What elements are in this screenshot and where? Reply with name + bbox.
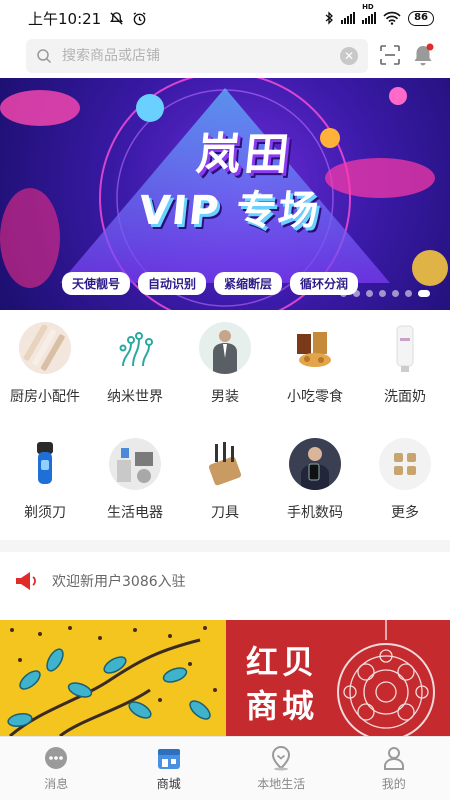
tab-label: 我的 (381, 777, 406, 791)
carousel-indicator (340, 290, 430, 297)
tab-local-life[interactable]: 本地生活 (225, 737, 338, 800)
notice-bar[interactable]: 欢迎新用户3086入驻 (0, 558, 450, 604)
cleanser-icon (379, 322, 431, 374)
message-icon (45, 747, 68, 769)
tab-profile[interactable]: 我的 (338, 737, 450, 800)
search-icon (37, 49, 52, 64)
category-label: 小吃零食 (287, 389, 343, 405)
category-item[interactable]: 男装 (180, 322, 270, 406)
category-label: 生活电器 (107, 505, 163, 521)
category-item[interactable]: 更多 (360, 438, 450, 522)
category-item[interactable]: 生活电器 (90, 438, 180, 522)
status-bar: 上午10:21 HD 86 (0, 0, 450, 36)
snacks-icon (289, 322, 341, 374)
promo-title-line2: 商城 (246, 687, 319, 725)
wifi-icon (383, 11, 401, 25)
bottom-tab-bar: 消息 商城 本地生活 我的 (0, 736, 450, 800)
category-item[interactable]: 剃须刀 (0, 438, 90, 522)
status-left: 上午10:21 (28, 8, 147, 29)
promo-banner[interactable]: 岚田 VIP 专场 天使靓号 自动识别 紧缩断层 循环分润 (0, 78, 450, 310)
banner-title-line2: VIP 专场 (136, 188, 323, 234)
banner-tags: 天使靓号 自动识别 紧缩断层 循环分润 (62, 272, 359, 295)
status-right: HD 86 (325, 3, 434, 26)
bell-icon[interactable] (410, 42, 436, 68)
tab-store[interactable]: 商城 (113, 737, 226, 800)
network-type: HD (362, 3, 374, 11)
more-grid-icon (379, 438, 431, 490)
clear-icon[interactable]: ✕ (340, 47, 358, 65)
app-root: 上午10:21 HD 86 搜索商品或店铺 ✕ 岚田 VIP 专场 天使靓号 自… (0, 0, 450, 800)
tab-messages[interactable]: 消息 (0, 737, 113, 800)
category-label: 手机数码 (287, 505, 343, 521)
carousel-dot[interactable] (366, 290, 373, 297)
battery-indicator: 86 (408, 10, 434, 26)
alarm-icon (133, 11, 146, 25)
search-input[interactable] (62, 48, 330, 64)
category-item[interactable]: 刀具 (180, 438, 270, 522)
knife-icon (199, 438, 251, 490)
banner-tag: 紧缩断层 (214, 272, 283, 295)
category-label: 厨房小配件 (10, 389, 80, 405)
banner-tag: 自动识别 (138, 272, 207, 295)
store-icon (157, 749, 180, 769)
profile-icon (383, 747, 404, 770)
megaphone-icon (16, 572, 36, 590)
notice-text: 欢迎新用户3086入驻 (52, 574, 186, 590)
shaver-icon (19, 438, 71, 490)
carousel-dot[interactable] (379, 290, 386, 297)
phone-digital-icon (289, 438, 341, 490)
category-label: 男装 (211, 389, 239, 405)
promo-title: 红贝 商城 (246, 640, 318, 728)
tab-label: 商城 (156, 777, 181, 791)
category-label: 更多 (391, 505, 419, 521)
promo-section[interactable]: 红贝 商城 (0, 620, 450, 736)
promo-art (0, 620, 226, 736)
carousel-dot[interactable] (392, 290, 399, 297)
scan-icon[interactable] (379, 44, 401, 66)
category-item[interactable]: 小吃零食 (270, 322, 360, 406)
banner-title-line1: 岚田 (193, 129, 296, 180)
category-item[interactable]: 洗面奶 (360, 322, 450, 406)
category-label: 剃须刀 (24, 505, 66, 521)
category-item[interactable]: 纳米世界 (90, 322, 180, 406)
signal-2-icon: HD (362, 3, 377, 24)
category-label: 洗面奶 (384, 389, 426, 405)
kitchen-tools-icon (19, 322, 71, 374)
location-icon (272, 745, 291, 771)
category-item[interactable]: 手机数码 (270, 438, 360, 522)
menswear-icon (199, 322, 251, 374)
carousel-dot[interactable] (340, 290, 347, 297)
bluetooth-icon (325, 11, 334, 25)
mute-bell-icon (110, 11, 124, 25)
section-divider (0, 540, 450, 552)
promo-title-line1: 红贝 (246, 643, 319, 681)
appliance-icon (109, 438, 161, 490)
category-label: 纳米世界 (107, 389, 163, 405)
promo-card: 红贝 商城 (226, 620, 450, 736)
tab-label: 消息 (44, 777, 69, 791)
tab-label: 本地生活 (257, 777, 306, 791)
carousel-dot[interactable] (405, 290, 412, 297)
carousel-dot-active[interactable] (418, 290, 430, 297)
search-box[interactable]: ✕ (26, 39, 368, 73)
category-item[interactable]: 厨房小配件 (0, 322, 90, 406)
status-time: 上午10:21 (28, 9, 102, 28)
category-label: 刀具 (211, 505, 239, 521)
search-row: ✕ (0, 36, 450, 76)
banner-tag: 天使靓号 (62, 272, 131, 295)
signal-1-icon (341, 12, 356, 24)
carousel-dot[interactable] (353, 290, 360, 297)
nano-icon (109, 322, 161, 374)
notification-dot (426, 43, 434, 51)
